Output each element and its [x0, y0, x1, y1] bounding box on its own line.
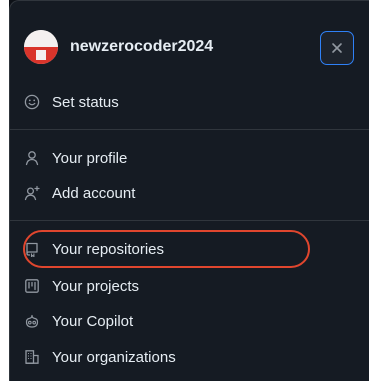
- menu-item-set-status[interactable]: Set status: [24, 87, 119, 117]
- copilot-icon: [24, 313, 40, 329]
- user-menu-panel: newzerocoder2024 Set status Your profile: [9, 0, 369, 381]
- person-add-icon: [24, 185, 40, 201]
- menu-item-your-copilot[interactable]: Your Copilot: [24, 306, 133, 336]
- menu-item-your-organizations[interactable]: Your organizations: [24, 342, 176, 372]
- menu-item-your-profile[interactable]: Your profile: [24, 143, 127, 173]
- divider: [10, 129, 369, 130]
- username: newzerocoder2024: [70, 38, 214, 55]
- person-icon: [24, 150, 40, 166]
- smiley-icon: [24, 94, 40, 110]
- close-button[interactable]: [320, 31, 354, 65]
- organization-icon: [24, 349, 40, 365]
- page-edge: [0, 0, 9, 381]
- annotation-highlight-outline: [23, 230, 310, 268]
- avatar: [24, 30, 58, 64]
- menu-item-add-account[interactable]: Add account: [24, 178, 135, 208]
- menu-item-label: Your projects: [52, 277, 139, 295]
- close-icon: [332, 43, 342, 53]
- menu-item-label: Your organizations: [52, 348, 176, 366]
- divider: [10, 220, 369, 221]
- menu-item-label: Set status: [52, 93, 119, 111]
- menu-item-label: Add account: [52, 184, 136, 202]
- menu-item-label: Your profile: [52, 149, 128, 167]
- menu-item-your-projects[interactable]: Your projects: [24, 271, 139, 301]
- menu-item-label: Your Copilot: [52, 312, 134, 330]
- project-icon: [24, 278, 40, 294]
- user-header: newzerocoder2024: [24, 27, 213, 67]
